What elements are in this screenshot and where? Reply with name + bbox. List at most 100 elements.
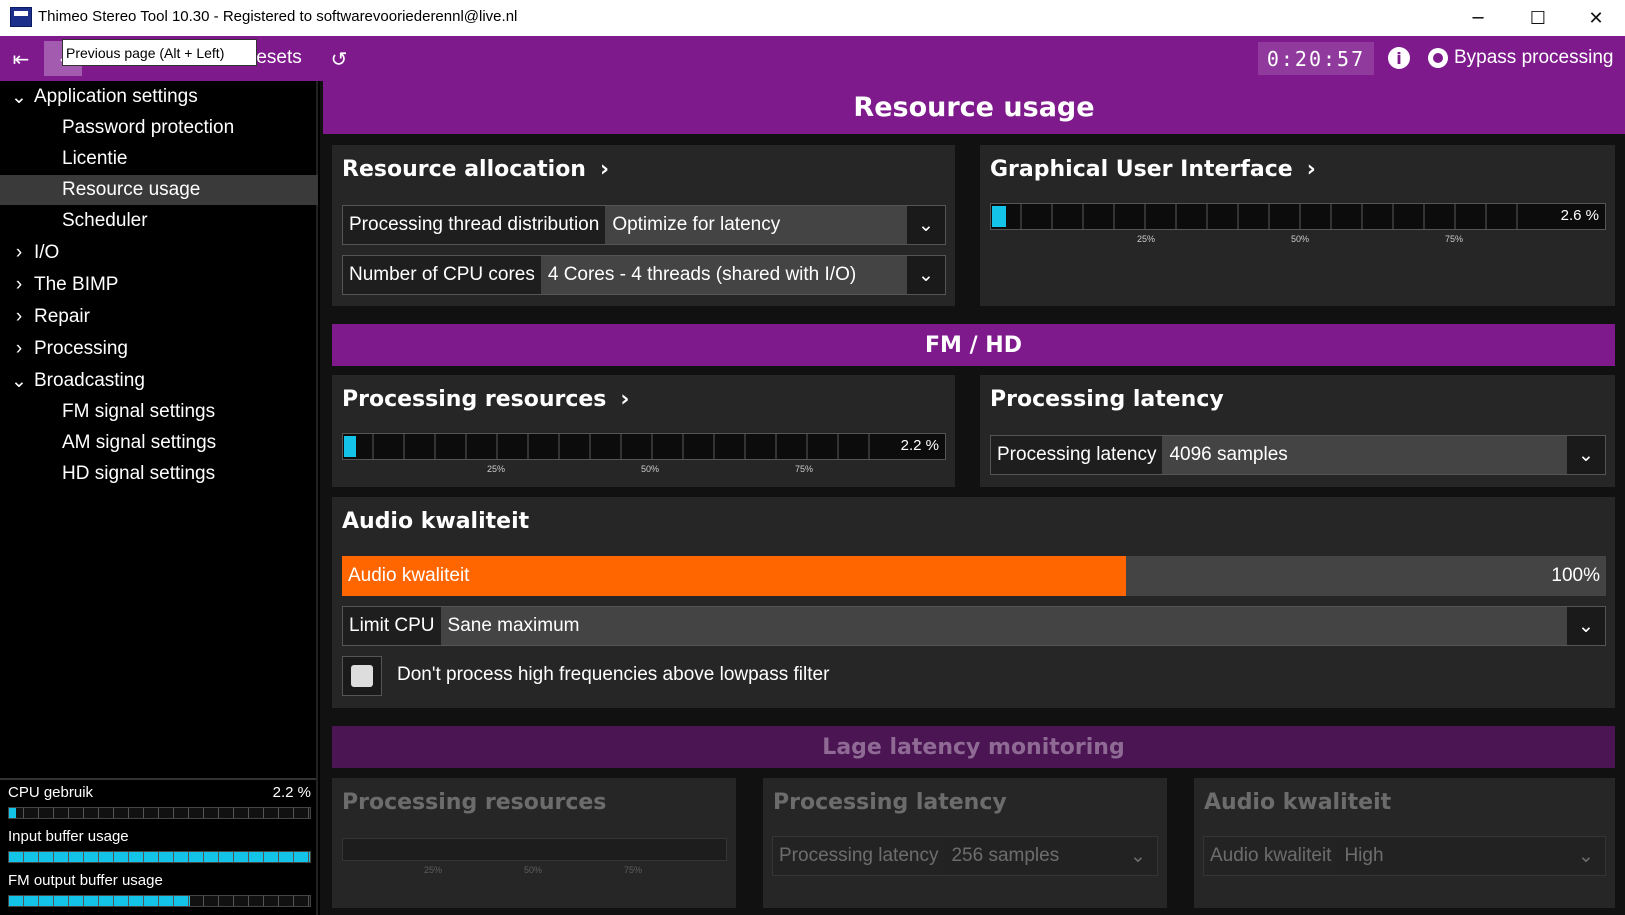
close-button[interactable]: ✕ — [1573, 0, 1619, 36]
chevron-right-icon[interactable]: › — [600, 157, 609, 182]
sidebar-item-application-settings[interactable]: ⌄ Application settings — [0, 82, 318, 112]
sidebar-item-label: Repair — [34, 306, 90, 327]
info-icon[interactable]: i — [1388, 47, 1410, 69]
sidebar-item-label: Password protection — [62, 117, 235, 138]
bypass-processing-button[interactable]: Bypass processing — [1454, 47, 1613, 69]
combo-value: High — [1337, 837, 1567, 875]
lowpass-checkbox[interactable] — [342, 656, 382, 696]
combo-value[interactable]: Optimize for latency — [605, 206, 907, 244]
chevron-down-icon[interactable]: ⌄ — [10, 371, 28, 392]
fm-output-buffer-meter: FM output buffer usage — [8, 872, 311, 907]
panel-title[interactable]: Graphical User Interface › — [990, 157, 1316, 182]
sidebar-item-scheduler[interactable]: Scheduler — [0, 206, 318, 236]
chevron-right-icon[interactable]: › — [10, 242, 28, 263]
chevron-right-icon[interactable]: › — [620, 387, 629, 412]
processing-latency-select[interactable]: Processing latency 4096 samples ⌄ — [990, 435, 1606, 475]
app-icon — [10, 7, 32, 27]
bypass-radio-icon[interactable] — [1428, 48, 1448, 68]
clock-display: 0:20:57 — [1258, 42, 1374, 75]
sidebar-item-licentie[interactable]: Licentie — [0, 144, 318, 174]
scale-label: 25% — [1137, 234, 1156, 244]
fm-hd-section-header: FM / HD — [332, 324, 1615, 366]
minimize-button[interactable]: ─ — [1455, 0, 1501, 36]
combo-label: Processing latency — [991, 436, 1163, 474]
slider-label: Audio kwaliteit — [348, 565, 470, 586]
sidebar-item-am-signal-settings[interactable]: AM signal settings — [0, 428, 318, 458]
divider — [0, 778, 316, 780]
combo-label: Number of CPU cores — [343, 256, 541, 294]
sidebar-item-label: Licentie — [62, 148, 128, 169]
sidebar-item-label: I/O — [34, 242, 60, 263]
sidebar-item-repair[interactable]: › Repair — [0, 302, 318, 332]
sidebar-item-processing[interactable]: › Processing — [0, 334, 318, 364]
sidebar-item-password-protection[interactable]: Password protection — [0, 113, 318, 143]
meter-bar — [8, 895, 311, 907]
meter-label: CPU gebruik — [8, 784, 94, 801]
sidebar-item-io[interactable]: › I/O — [0, 238, 318, 268]
sidebar-item-label: Application settings — [34, 86, 198, 107]
combo-label: Audio kwaliteit — [1204, 837, 1338, 875]
low-latency-usage-bar — [342, 838, 727, 861]
scale-label: 50% — [524, 865, 543, 875]
meter-label: FM output buffer usage — [8, 872, 163, 889]
limit-cpu-select[interactable]: Limit CPU Sane maximum ⌄ — [342, 606, 1606, 646]
cpu-cores-select[interactable]: Number of CPU cores 4 Cores - 4 threads … — [342, 255, 946, 295]
panel-title[interactable]: Resource allocation › — [342, 157, 609, 182]
chevron-right-icon[interactable]: › — [10, 338, 28, 359]
sidebar: ⌄ Application settings Password protecti… — [0, 81, 318, 915]
first-page-icon[interactable]: ⇤ — [7, 45, 35, 73]
undo-icon[interactable]: ↺ — [325, 45, 353, 73]
chevron-down-icon[interactable]: ⌄ — [907, 206, 945, 244]
scale-label: 75% — [624, 865, 643, 875]
panel-title[interactable]: Processing resources › — [342, 387, 629, 412]
combo-value[interactable]: 4 Cores - 4 threads (shared with I/O) — [540, 256, 907, 294]
meter-bar — [8, 807, 311, 819]
presets-button[interactable]: resets — [250, 47, 302, 69]
gui-usage-bar: 2.6 % — [990, 203, 1606, 230]
sidebar-item-label: HD signal settings — [62, 463, 216, 484]
chevron-down-icon[interactable]: ⌄ — [10, 87, 28, 108]
scale-label: 50% — [641, 464, 660, 474]
audio-quality-panel: Audio kwaliteit Audio kwaliteit 100% Lim… — [332, 497, 1615, 708]
sidebar-item-fm-signal-settings[interactable]: FM signal settings — [0, 397, 318, 427]
chevron-right-icon[interactable]: › — [10, 274, 28, 295]
usage-fill — [992, 206, 1007, 227]
tooltip: Previous page (Alt + Left) — [62, 39, 257, 66]
combo-label: Processing latency — [773, 837, 945, 875]
low-latency-latency-panel: Processing latency Processing latency 25… — [763, 778, 1167, 908]
usage-fill — [344, 436, 356, 457]
title-bar: Thimeo Stereo Tool 10.30 - Registered to… — [0, 0, 1625, 36]
sidebar-item-broadcasting[interactable]: ⌄ Broadcasting — [0, 366, 318, 396]
sidebar-item-resource-usage[interactable]: Resource usage — [0, 175, 318, 205]
sidebar-item-hd-signal-settings[interactable]: HD signal settings — [0, 459, 318, 489]
combo-value[interactable]: Sane maximum — [440, 607, 1567, 645]
sidebar-item-label: Broadcasting — [34, 370, 145, 391]
panel-title-label: Graphical User Interface — [990, 157, 1293, 182]
usage-value: 2.2 % — [900, 437, 939, 454]
chevron-right-icon[interactable]: › — [10, 306, 28, 327]
checkbox-label[interactable]: Don't process high frequencies above low… — [397, 664, 829, 686]
panel-title: Audio kwaliteit — [1204, 790, 1392, 815]
slider-value: 100% — [1551, 565, 1600, 586]
thread-distribution-select[interactable]: Processing thread distribution Optimize … — [342, 205, 946, 245]
input-buffer-meter: Input buffer usage — [8, 828, 311, 863]
audio-quality-slider[interactable]: Audio kwaliteit 100% — [342, 556, 1606, 596]
meter-bar — [8, 851, 311, 863]
chevron-down-icon[interactable]: ⌄ — [907, 256, 945, 294]
chevron-down-icon[interactable]: ⌄ — [1567, 607, 1605, 645]
chevron-down-icon: ⌄ — [1567, 837, 1605, 875]
page-title: Resource usage — [323, 81, 1625, 134]
sidebar-item-the-bimp[interactable]: › The BIMP — [0, 270, 318, 300]
low-latency-processing-select: Processing latency 256 samples ⌄ — [772, 836, 1158, 876]
panel-title: Processing latency — [773, 790, 1007, 815]
cpu-usage-meter: CPU gebruik 2.2 % — [8, 784, 311, 819]
combo-value[interactable]: 4096 samples — [1162, 436, 1567, 474]
maximize-button[interactable]: ☐ — [1515, 0, 1561, 36]
chevron-right-icon[interactable]: › — [1307, 157, 1316, 182]
sidebar-item-label: Resource usage — [62, 179, 201, 200]
sidebar-item-label: FM signal settings — [62, 401, 216, 422]
chevron-down-icon[interactable]: ⌄ — [1567, 436, 1605, 474]
panel-title: Processing latency — [990, 387, 1224, 412]
gui-panel: Graphical User Interface › 2.6 % 25% 50%… — [980, 145, 1615, 306]
scale-label: 75% — [795, 464, 814, 474]
